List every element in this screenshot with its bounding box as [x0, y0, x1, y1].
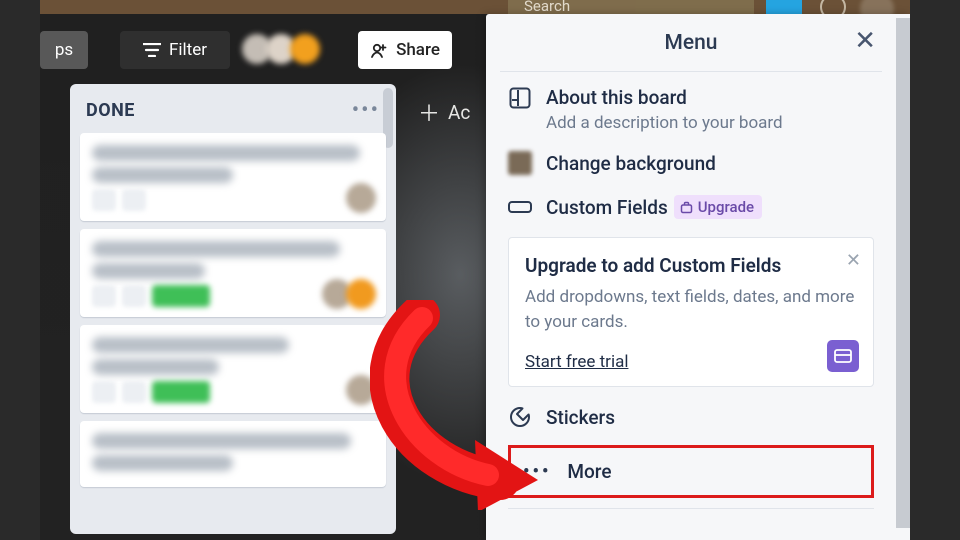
menu-title: Menu [665, 31, 718, 55]
menu-item-stickers[interactable]: Stickers [500, 395, 882, 439]
filter-icon [143, 43, 161, 57]
upgrade-badge[interactable]: Upgrade [674, 195, 762, 219]
powerups-button[interactable]: ps [40, 31, 88, 69]
plus-icon: ＋ [418, 96, 440, 128]
upgrade-promo: ✕ Upgrade to add Custom Fields Add dropd… [508, 237, 874, 387]
card[interactable] [80, 325, 386, 413]
divider [508, 508, 874, 509]
menu-item-custom-fields[interactable]: Custom Fields Upgrade [500, 185, 882, 229]
member-avatars[interactable] [248, 34, 320, 64]
dismiss-icon[interactable]: ✕ [846, 250, 861, 271]
menu-item-about[interactable]: About this board Add a description to yo… [500, 72, 882, 141]
premium-chip-icon [827, 340, 859, 372]
add-card-button[interactable]: ＋ Ac [418, 96, 470, 128]
menu-item-more[interactable]: ••• More [508, 445, 874, 498]
background-thumb-icon [508, 151, 532, 175]
start-trial-link[interactable]: Start free trial [525, 352, 628, 372]
briefcase-icon [680, 201, 693, 214]
sticker-icon [508, 405, 532, 429]
list-menu-icon[interactable]: ••• [352, 98, 380, 123]
share-button[interactable]: Share [358, 31, 452, 69]
menu-item-background[interactable]: Change background [500, 141, 882, 185]
menu-panel: Menu ✕ About this board Add a descriptio… [486, 14, 910, 540]
board-icon [508, 86, 532, 110]
filter-button[interactable]: Filter [120, 31, 230, 69]
more-icon: ••• [523, 461, 551, 482]
card[interactable] [80, 421, 386, 487]
field-icon [508, 195, 532, 219]
list-title[interactable]: DONE [86, 100, 135, 121]
scrollbar[interactable] [896, 18, 910, 528]
share-icon [370, 41, 388, 59]
list-done: DONE ••• [70, 84, 396, 534]
card[interactable] [80, 229, 386, 317]
card[interactable] [80, 133, 386, 221]
close-icon[interactable]: ✕ [854, 28, 876, 54]
